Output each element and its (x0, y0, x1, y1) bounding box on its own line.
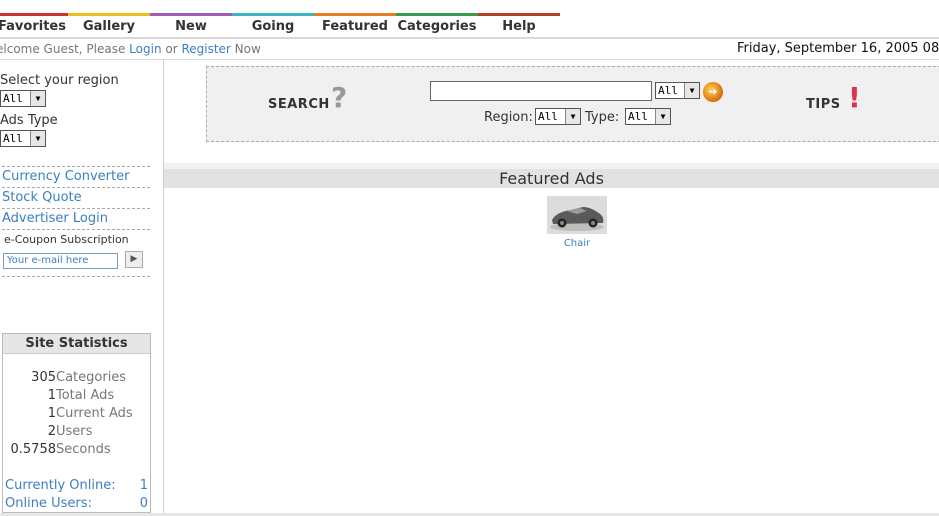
search-category-select[interactable]: All ▼ (655, 82, 700, 99)
site-statistics-box: Site Statistics 305 Categories 1 Total A… (2, 333, 151, 513)
search-go-icon[interactable]: ➜ (703, 82, 723, 102)
stat-row: 1 Total Ads (3, 388, 150, 406)
welcome-suffix: Now (230, 42, 261, 56)
register-link[interactable]: Register (181, 42, 230, 56)
sidebar-ads-type-select[interactable]: All ▼ (0, 130, 46, 147)
welcome-divider (0, 59, 939, 60)
nav-divider (0, 37, 939, 39)
stat-row: 0.5758 Seconds (3, 442, 150, 460)
sidebar-divider (2, 229, 150, 230)
stat-value: 1 (47, 406, 56, 421)
coupon-email-input[interactable]: Your e-mail here (3, 253, 118, 269)
sidebar-region-select[interactable]: All ▼ (0, 90, 46, 107)
advertiser-login-link[interactable]: Advertiser Login (2, 208, 150, 229)
exclamation-icon[interactable]: ! (848, 81, 861, 114)
nav-going[interactable]: Going (232, 13, 314, 37)
stat-label: Seconds (56, 442, 111, 457)
stat-value: 1 (47, 388, 56, 403)
tips-label[interactable]: TIPS (806, 97, 841, 112)
featured-ad-caption[interactable]: Chair (547, 238, 607, 249)
search-region-select[interactable]: All ▼ (535, 108, 581, 125)
chevron-down-icon: ▼ (684, 83, 699, 98)
site-statistics-title: Site Statistics (3, 334, 150, 354)
sidebar-region-value: All (3, 92, 23, 105)
featured-ads-title: Featured Ads (164, 169, 939, 188)
stat-row: 1 Current Ads (3, 406, 150, 424)
welcome-prefix: elcome Guest, Please (0, 42, 130, 56)
welcome-or: or (161, 42, 182, 56)
sidebar-ads-type-value: All (3, 132, 23, 145)
search-region-value: All (538, 110, 558, 123)
nav-help[interactable]: Help (478, 13, 560, 37)
currently-online-value: 1 (139, 478, 148, 493)
featured-ad-thumbnail[interactable] (547, 196, 607, 234)
car-image-icon (547, 196, 607, 234)
currency-converter-link[interactable]: Currency Converter (2, 166, 150, 187)
coupon-submit-button[interactable]: ▶ (125, 251, 143, 268)
ads-type-label: Ads Type (0, 113, 58, 128)
nav-gallery[interactable]: Gallery (68, 13, 150, 37)
nav-new[interactable]: New (150, 13, 232, 37)
online-users-label: Online Users: (5, 496, 92, 511)
search-type-label: Type: (585, 110, 620, 125)
stat-row: 305 Categories (3, 370, 150, 388)
stock-quote-link[interactable]: Stock Quote (2, 187, 150, 208)
stat-label: Categories (56, 370, 127, 385)
region-select-label: Select your region (0, 73, 119, 88)
online-users-value: 0 (139, 496, 148, 511)
stat-value: 2 (47, 424, 56, 439)
sidebar-border (163, 60, 164, 516)
search-input[interactable] (430, 81, 652, 101)
stat-label: Current Ads (56, 406, 133, 421)
stat-label: Users (56, 424, 93, 439)
search-label: SEARCH (268, 97, 330, 112)
currently-online-label: Currently Online: (5, 478, 116, 493)
chevron-down-icon: ▼ (655, 109, 670, 124)
chevron-down-icon: ▼ (30, 131, 45, 146)
stat-value: 0.5758 (10, 442, 57, 457)
nav-featured[interactable]: Featured (314, 13, 396, 37)
currently-online-row[interactable]: Currently Online: 1 (5, 478, 148, 496)
stat-value: 305 (31, 370, 56, 385)
nav-categories[interactable]: Categories (396, 13, 478, 37)
search-type-value: All (628, 110, 648, 123)
play-arrow-icon: ▶ (130, 254, 138, 264)
top-nav: Favorites Gallery New Going Featured Cat… (0, 13, 560, 37)
chevron-down-icon: ▼ (565, 109, 580, 124)
search-category-value: All (658, 84, 678, 97)
chevron-down-icon: ▼ (30, 91, 45, 106)
question-mark-icon: ? (331, 81, 348, 114)
online-users-row[interactable]: Online Users: 0 (5, 496, 148, 514)
login-link[interactable]: Login (129, 42, 161, 56)
stat-row: 2 Users (3, 424, 150, 442)
coupon-label: e-Coupon Subscription (4, 233, 129, 246)
stat-label: Total Ads (56, 388, 115, 403)
current-datetime: Friday, September 16, 2005 08 (737, 41, 939, 56)
sidebar-divider (2, 276, 150, 277)
welcome-text: elcome Guest, Please Login or Register N… (0, 42, 261, 56)
search-region-label: Region: (484, 110, 533, 125)
search-type-select[interactable]: All ▼ (625, 108, 671, 125)
nav-favorites[interactable]: Favorites (0, 13, 68, 37)
